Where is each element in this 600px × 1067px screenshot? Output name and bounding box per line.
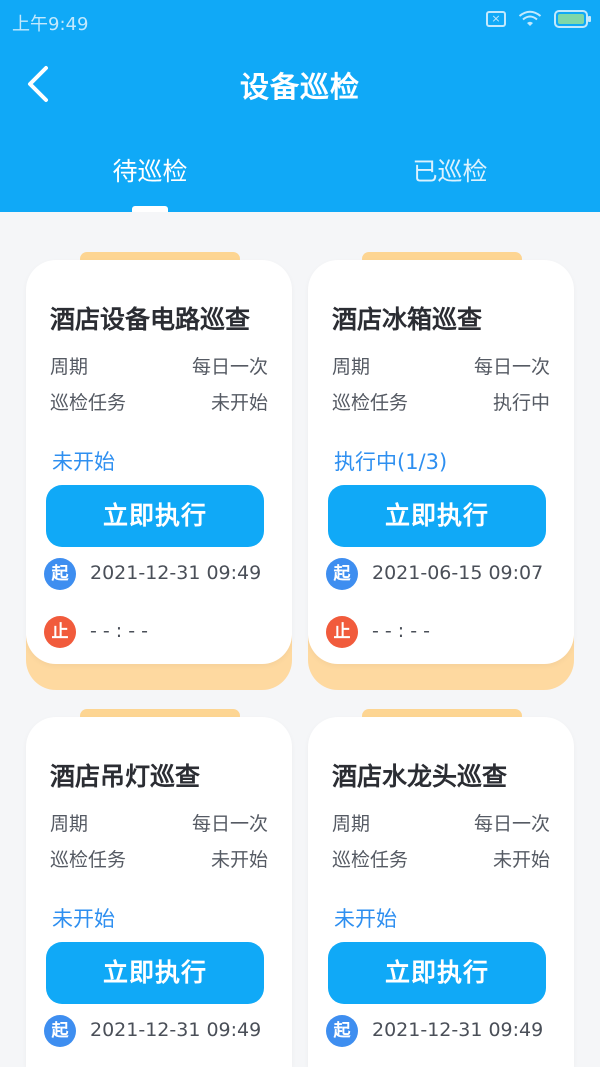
execute-now-button[interactable]: 立即执行 [46, 485, 264, 547]
task-title: 酒店设备电路巡查 [50, 305, 251, 334]
period-value: 每日一次 [473, 813, 550, 835]
progress-status: 执行中(1/3) [334, 450, 448, 474]
start-time-row: 起 2021-12-31 09:49 [44, 558, 274, 592]
start-badge: 起 [326, 558, 358, 590]
task-title: 酒店冰箱巡查 [332, 305, 483, 334]
task-title: 酒店吊灯巡查 [50, 762, 201, 791]
task-card[interactable]: 酒店冰箱巡查 周期 每日一次 巡检任务 执行中 执行中(1/3) 立即执行 起 … [308, 252, 574, 692]
task-card-body: 酒店吊灯巡查 周期 每日一次 巡检任务 未开始 未开始 立即执行 起 2021-… [26, 717, 292, 1067]
start-time: 2021-12-31 09:49 [90, 562, 262, 584]
end-time-row: 止 - - : - - [326, 616, 556, 650]
task-status-value: 未开始 [210, 392, 268, 414]
status-icons: × [486, 10, 591, 28]
task-title: 酒店水龙头巡查 [332, 762, 508, 791]
progress-status: 未开始 [52, 907, 115, 931]
period-value: 每日一次 [191, 813, 268, 835]
execute-now-button[interactable]: 立即执行 [46, 942, 264, 1004]
end-time: - - : - - [90, 620, 148, 642]
task-card-body: 酒店冰箱巡查 周期 每日一次 巡检任务 执行中 执行中(1/3) 立即执行 起 … [308, 260, 574, 664]
task-status-value: 未开始 [492, 849, 550, 871]
status-time: 上午9:49 [12, 14, 89, 35]
task-card[interactable]: 酒店设备电路巡查 周期 每日一次 巡检任务 未开始 未开始 立即执行 起 202… [26, 252, 292, 692]
sim-x-icon: × [486, 11, 506, 27]
start-badge: 起 [326, 1015, 358, 1047]
battery-charging-icon [554, 10, 591, 28]
end-time-row: 止 - - : - - [44, 616, 274, 650]
start-badge: 起 [44, 558, 76, 590]
task-card-body: 酒店水龙头巡查 周期 每日一次 巡检任务 未开始 未开始 立即执行 起 2021… [308, 717, 574, 1067]
period-label: 周期 [50, 356, 89, 378]
wifi-icon [518, 10, 542, 26]
start-time: 2021-06-15 09:07 [372, 562, 544, 584]
page-title: 设备巡检 [239, 70, 360, 104]
task-label: 巡检任务 [332, 392, 409, 414]
task-card[interactable]: 酒店水龙头巡查 周期 每日一次 巡检任务 未开始 未开始 立即执行 起 2021… [308, 709, 574, 1067]
task-label: 巡检任务 [50, 392, 127, 414]
task-status-value: 执行中 [492, 392, 550, 414]
task-card[interactable]: 酒店吊灯巡查 周期 每日一次 巡检任务 未开始 未开始 立即执行 起 2021-… [26, 709, 292, 1067]
start-time: 2021-12-31 09:49 [372, 1019, 544, 1041]
task-label: 巡检任务 [332, 849, 409, 871]
period-label: 周期 [50, 813, 89, 835]
end-time: - - : - - [372, 620, 430, 642]
period-label: 周期 [332, 356, 371, 378]
header-bar: 上午9:49 × 设备巡检 待巡检 已巡检 [0, 0, 600, 212]
execute-now-button[interactable]: 立即执行 [328, 942, 546, 1004]
start-time: 2021-12-31 09:49 [90, 1019, 262, 1041]
start-badge: 起 [44, 1015, 76, 1047]
period-value: 每日一次 [191, 356, 268, 378]
execute-now-button[interactable]: 立即执行 [328, 485, 546, 547]
tab-pending[interactable]: 待巡检 [0, 152, 300, 188]
start-time-row: 起 2021-12-31 09:49 [44, 1015, 274, 1049]
task-card-body: 酒店设备电路巡查 周期 每日一次 巡检任务 未开始 未开始 立即执行 起 202… [26, 260, 292, 664]
period-value: 每日一次 [473, 356, 550, 378]
stop-badge: 止 [326, 616, 358, 648]
tab-active-indicator [132, 206, 168, 212]
start-time-row: 起 2021-12-31 09:49 [326, 1015, 556, 1049]
stop-badge: 止 [44, 616, 76, 648]
task-label: 巡检任务 [50, 849, 127, 871]
progress-status: 未开始 [334, 907, 397, 931]
tab-completed[interactable]: 已巡检 [300, 152, 600, 188]
period-label: 周期 [332, 813, 371, 835]
progress-status: 未开始 [52, 450, 115, 474]
status-bar: 上午9:49 × [0, 0, 600, 40]
start-time-row: 起 2021-06-15 09:07 [326, 558, 556, 592]
task-status-value: 未开始 [210, 849, 268, 871]
